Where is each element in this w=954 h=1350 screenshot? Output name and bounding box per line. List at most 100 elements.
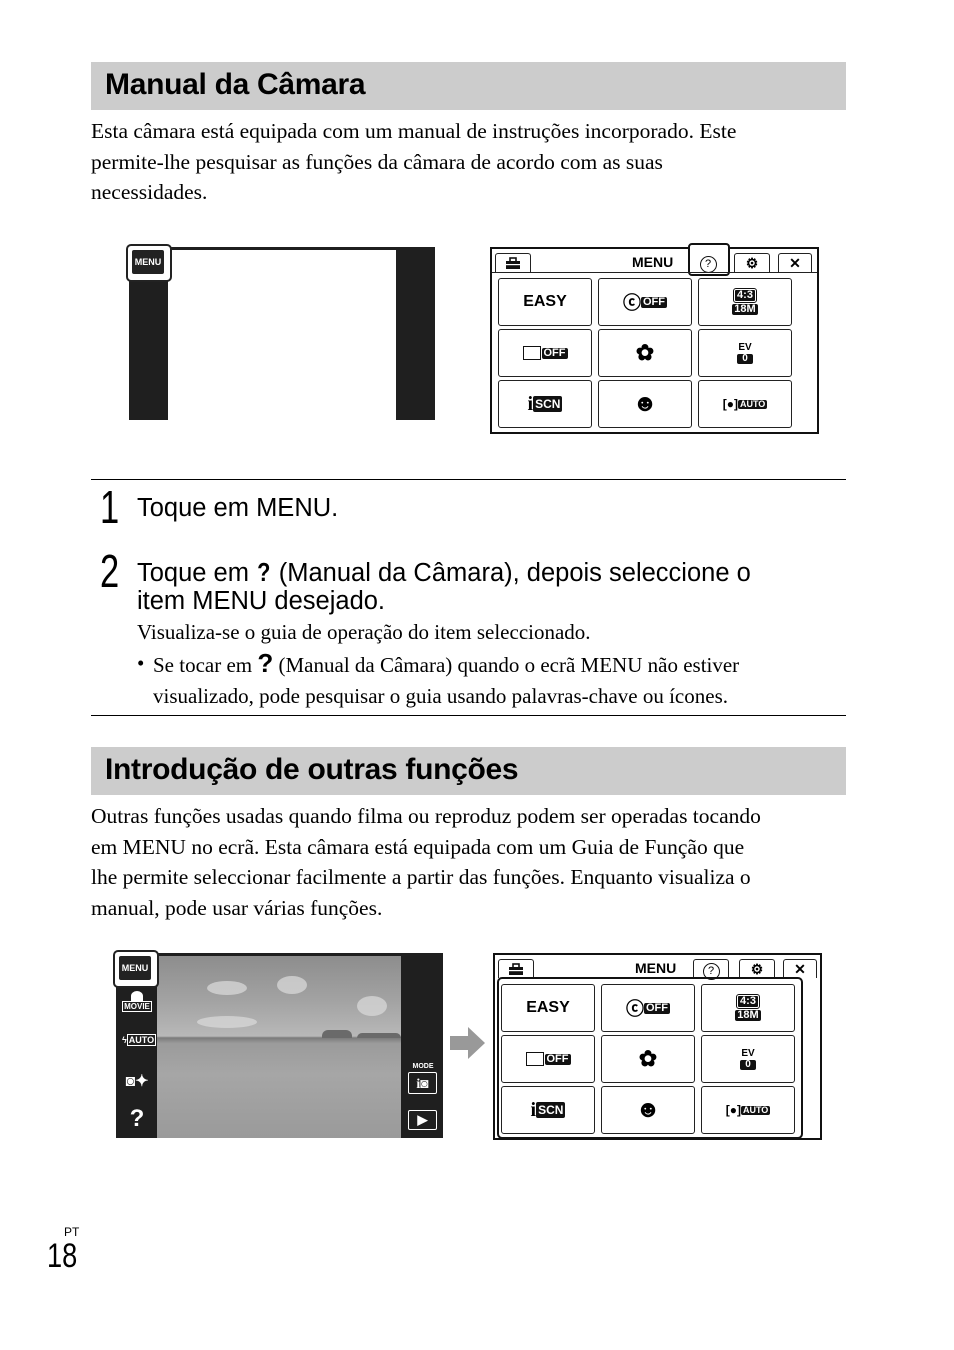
- camera-icon: ◙: [420, 1075, 429, 1091]
- help-button[interactable]: ?: [122, 1105, 152, 1133]
- menu-item-smile[interactable]: ☻: [601, 1086, 695, 1134]
- beach-photo: [157, 956, 401, 1138]
- bullet-text-part: Se tocar em: [153, 653, 253, 677]
- smile-icon: ☻: [632, 390, 658, 417]
- menu-item-macro[interactable]: ✿: [601, 1035, 695, 1083]
- off-badge: OFF: [541, 346, 568, 359]
- step-text-part: Toque em: [137, 559, 249, 587]
- menu-item-self-timer[interactable]: ⓒ OFF: [601, 984, 695, 1032]
- mode-label: MODE: [412, 1063, 434, 1070]
- help-icon: ?: [699, 256, 717, 273]
- ev-value: 0: [737, 354, 753, 364]
- step-1-text: Toque em MENU.: [137, 494, 339, 522]
- arrow-right-icon: [450, 1027, 485, 1059]
- tab-toolbox[interactable]: [498, 959, 534, 978]
- burst-icon: [525, 1052, 544, 1066]
- aspect-badge: 4:3: [736, 994, 760, 1009]
- macro-icon: ✿: [635, 340, 655, 365]
- paragraph-line: Outras funções usadas quando filma ou re…: [91, 804, 761, 828]
- paragraph-line: lhe permite seleccionar facilmente a par…: [91, 865, 751, 889]
- menu-panel: MENU ? ⚙ ✕ EASY ⓒ OFF 4:3 18M OFF ✿ EV 0 …: [490, 243, 819, 434]
- menu-item-face-detect[interactable]: [●] AUTO: [701, 1086, 795, 1134]
- divider: [91, 479, 846, 480]
- paragraph-line: em MENU no ecrã. Esta câmara está equipa…: [91, 834, 745, 859]
- macro-icon: ✿: [638, 1046, 658, 1071]
- face-detect-icon: [●]: [725, 1103, 741, 1117]
- menu-item-easy[interactable]: EASY: [501, 984, 595, 1032]
- flash-auto-label: AUTO: [126, 1034, 157, 1046]
- paragraph-line: permite-lhe pesquisar as funções da câma…: [91, 149, 663, 174]
- toolbox-icon: [509, 963, 523, 975]
- self-timer-icon: ⓒ: [623, 293, 641, 313]
- play-icon: ▶: [417, 1112, 428, 1127]
- tab-help[interactable]: ?: [694, 253, 722, 273]
- auto-badge: AUTO: [737, 398, 768, 409]
- smile-icon: ☻: [635, 1096, 661, 1123]
- step-text-part: (Manual da Câmara), depois seleccione o: [278, 559, 751, 587]
- mode-button[interactable]: i◙: [408, 1072, 437, 1094]
- flash-button[interactable]: ϟ AUTO: [122, 1034, 157, 1046]
- bullet-note: • Se tocar em ? (Manual da Câmara) quand…: [137, 648, 849, 710]
- movie-icon: [131, 991, 143, 1001]
- auto-badge: AUTO: [740, 1104, 771, 1115]
- tab-divider: [492, 272, 817, 273]
- burst-icon: [522, 346, 541, 360]
- camera-screen-live: MOVIE ϟ AUTO ◙✦ ? MODE i◙ ▶: [116, 953, 443, 1138]
- step-number: 1: [100, 481, 120, 533]
- menu-item-image-size[interactable]: 4:3 18M: [698, 278, 792, 326]
- menu-item-smile[interactable]: ☻: [598, 380, 692, 428]
- section-header-manual: Manual da Câmara: [91, 62, 846, 110]
- paragraph-line: manual, pode usar várias funções.: [91, 895, 383, 920]
- movie-button[interactable]: MOVIE: [122, 991, 152, 1012]
- bullet-text: Se tocar em ? (Manual da Câmara) quando …: [153, 648, 849, 711]
- menu-item-macro[interactable]: ✿: [598, 329, 692, 377]
- camera-sparkle-icon: ◙✦: [125, 1073, 149, 1090]
- tab-help[interactable]: ?: [693, 959, 729, 980]
- size-badge: 18M: [735, 1009, 761, 1021]
- menu-item-burst[interactable]: OFF: [501, 1035, 595, 1083]
- camera-screen-blank: [129, 247, 435, 420]
- paragraph-line: necessidades.: [91, 180, 208, 204]
- ev-label: EV: [741, 1048, 755, 1059]
- scn-badge: SCN: [533, 396, 563, 412]
- menu-item-iscn[interactable]: i SCN: [501, 1086, 595, 1134]
- screen-display: [168, 250, 396, 420]
- off-badge: OFF: [644, 1001, 670, 1014]
- ev-value: 0: [740, 1060, 756, 1070]
- menu-button[interactable]: MENU: [131, 249, 165, 275]
- playback-button[interactable]: ▶: [408, 1110, 437, 1130]
- self-timer-icon: ⓒ: [626, 999, 644, 1019]
- photo-effect-button[interactable]: ◙✦: [122, 1071, 152, 1091]
- ev-label: EV: [738, 342, 752, 353]
- menu-item-iscn[interactable]: i SCN: [498, 380, 592, 428]
- face-detect-icon: [●]: [722, 397, 738, 411]
- menu-button[interactable]: MENU: [118, 955, 152, 981]
- menu-item-easy[interactable]: EASY: [498, 278, 592, 326]
- help-icon: ?: [257, 648, 274, 678]
- menu-item-ev[interactable]: EV 0: [701, 1035, 795, 1083]
- section-title: Introdução de outras funções: [105, 753, 519, 786]
- tab-close[interactable]: ✕: [783, 959, 817, 978]
- tab-settings[interactable]: ⚙: [739, 959, 775, 978]
- size-badge: 18M: [732, 303, 758, 315]
- scn-badge: SCN: [536, 1102, 566, 1118]
- menu-panel: MENU ? ⚙ ✕ EASY ⓒ OFF 4:3 18M OFF ✿ EV 0 …: [493, 953, 822, 1140]
- result-note: Visualiza-se o guia de operação do item …: [137, 620, 591, 644]
- bullet-text-part: (Manual da Câmara) quando o ecrã MENU nã…: [278, 653, 740, 677]
- menu-button-highlight[interactable]: MENU: [126, 244, 172, 282]
- menu-button-highlight[interactable]: MENU: [113, 950, 159, 988]
- tab-toolbox[interactable]: [495, 253, 531, 272]
- tab-close[interactable]: ✕: [778, 253, 812, 272]
- menu-item-face-detect[interactable]: [●] AUTO: [698, 380, 792, 428]
- intro-paragraph: Esta câmara está equipada com um manual …: [91, 116, 851, 208]
- tab-settings[interactable]: ⚙: [734, 253, 770, 272]
- menu-item-image-size[interactable]: 4:3 18M: [701, 984, 795, 1032]
- aspect-badge: 4:3: [733, 288, 757, 303]
- toolbox-icon: [506, 257, 520, 269]
- step-text-part: item MENU desejado.: [137, 587, 386, 615]
- menu-item-burst[interactable]: OFF: [498, 329, 592, 377]
- bullet-text-part: visualizado, pode pesquisar o guia usand…: [153, 683, 728, 708]
- menu-item-self-timer[interactable]: ⓒ OFF: [598, 278, 692, 326]
- paragraph-line: Esta câmara está equipada com um manual …: [91, 119, 737, 143]
- menu-item-ev[interactable]: EV 0: [698, 329, 792, 377]
